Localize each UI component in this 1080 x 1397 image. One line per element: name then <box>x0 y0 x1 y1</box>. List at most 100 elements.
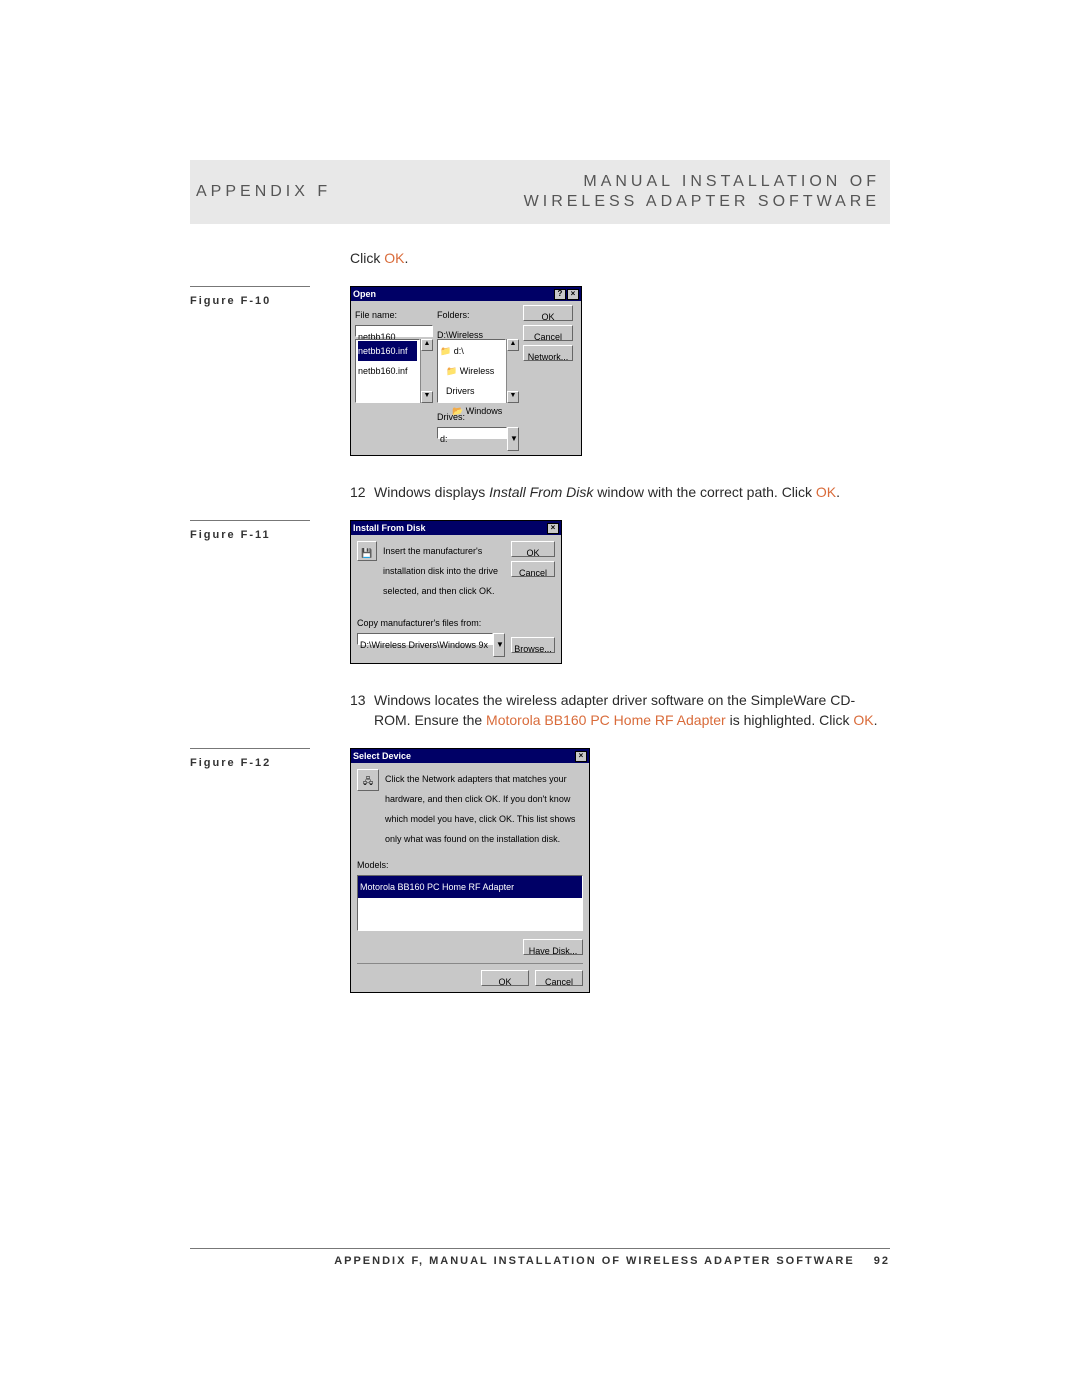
open-label-filename: File name: <box>355 305 433 325</box>
ifd-label-copy: Copy manufacturer's files from: <box>357 613 555 633</box>
open-drive-value: d: <box>437 427 507 439</box>
open-file-scroll[interactable]: ▲ ▼ <box>420 339 433 403</box>
sel-cancel-button[interactable]: Cancel <box>535 970 583 986</box>
step12-text: 12 Windows displays Install From Disk wi… <box>350 482 890 502</box>
open-titlebar-buttons: ? × <box>554 289 579 300</box>
sel-havedisk-button[interactable]: Have Disk... <box>523 939 583 955</box>
sel-ok-button[interactable]: OK <box>481 970 529 986</box>
open-file-listbox[interactable]: netbb160.inf netbb160.inf ▲ ▼ <box>355 339 433 403</box>
s13-t2: is highlighted. Click <box>726 712 854 728</box>
row-f11: Figure F-11 Install From Disk × 💾 Insert… <box>190 520 890 664</box>
step13-body: Windows locates the wireless adapter dri… <box>374 690 890 730</box>
side-f12: Figure F-12 <box>190 748 350 993</box>
intro-row: Click OK. <box>190 248 890 268</box>
open-ok-button[interactable]: OK <box>523 305 573 321</box>
close-icon2[interactable]: × <box>547 523 559 534</box>
sel-label-models: Models: <box>357 855 583 875</box>
sel-titlebar: Select Device × <box>351 749 589 763</box>
side-empty3 <box>190 690 350 730</box>
open-cancel-button[interactable]: Cancel <box>523 325 573 341</box>
footer-page: 92 <box>874 1255 890 1267</box>
close-icon3[interactable]: × <box>575 751 587 762</box>
open-title: Open <box>353 284 376 304</box>
step13-text: 13 Windows locates the wireless adapter … <box>350 690 890 730</box>
open-body: File name: netbb160 netbb160.inf netbb16… <box>351 301 581 455</box>
sel-title: Select Device <box>353 746 411 766</box>
s13-ok: OK <box>853 712 873 728</box>
s12-italic: Install From Disk <box>489 484 593 500</box>
open-filename-input[interactable]: netbb160 <box>355 325 433 337</box>
open-right-col: OK Cancel Network... <box>523 305 573 451</box>
open-folder-listbox[interactable]: 📁 d:\ 📁 Wireless Drivers 📂 Windows 9x ▲ … <box>437 339 519 403</box>
row-step13: 13 Windows locates the wireless adapter … <box>190 690 890 730</box>
step12-line: 12 Windows displays Install From Disk wi… <box>350 482 890 502</box>
sel-body: 🖧 Click the Network adapters that matche… <box>351 763 589 992</box>
s13-hl1: Motorola BB160 PC Home RF Adapter <box>486 712 726 728</box>
fig-label-wrap: Figure F-10 <box>190 286 310 309</box>
main-f10: Open ? × File name: netbb160 netbb160.in… <box>350 286 890 456</box>
open-titlebar: Open ? × <box>351 287 581 301</box>
fig-label-wrap2: Figure F-11 <box>190 520 310 543</box>
ifd-path-value: D:\Wireless Drivers\Windows 9x <box>357 633 493 645</box>
sel-titlebar-buttons: × <box>575 751 587 762</box>
sel-bottom-row: OK Cancel <box>357 963 583 986</box>
s12-t3: . <box>836 484 840 500</box>
step13-num: 13 <box>350 690 374 730</box>
ifd-path-combo[interactable]: D:\Wireless Drivers\Windows 9x ▼ <box>357 633 505 657</box>
network-adapter-icon: 🖧 <box>357 769 379 791</box>
figure-label-f11: Figure F-11 <box>190 529 271 541</box>
figure-label-f10: Figure F-10 <box>190 295 271 307</box>
ifd-cancel-button[interactable]: Cancel <box>511 561 555 577</box>
header-right: MANUAL INSTALLATION OF WIRELESS ADAPTER … <box>524 172 880 212</box>
side-empty <box>190 248 350 268</box>
open-network-button[interactable]: Network... <box>523 345 573 361</box>
s12-t2: window with the correct path. Click <box>593 484 816 500</box>
open-file-item0[interactable]: netbb160.inf <box>358 341 417 361</box>
row-f10: Figure F-10 Open ? × File name: netbb160 <box>190 286 890 456</box>
scroll-up-icon[interactable]: ▲ <box>421 339 433 351</box>
row-f12: Figure F-12 Select Device × 🖧 Click the … <box>190 748 890 993</box>
side-empty2 <box>190 482 350 502</box>
main-f11: Install From Disk × 💾 Insert the manufac… <box>350 520 890 664</box>
s13-t3: . <box>874 712 878 728</box>
fig-label-wrap3: Figure F-12 <box>190 748 310 771</box>
ifd-ok-button[interactable]: OK <box>511 541 555 557</box>
scroll-down-icon[interactable]: ▼ <box>421 391 433 403</box>
ifd-msg: Insert the manufacturer's installation d… <box>383 541 505 601</box>
sel-model0[interactable]: Motorola BB160 PC Home RF Adapter <box>358 876 582 898</box>
open-tree0[interactable]: 📁 d:\ <box>440 341 503 361</box>
open-folder-scroll[interactable]: ▲ ▼ <box>506 339 519 403</box>
sel-msg: Click the Network adapters that matches … <box>385 769 583 849</box>
ifd-top: 💾 Insert the manufacturer's installation… <box>357 541 555 601</box>
scroll-down-icon2[interactable]: ▼ <box>507 391 519 403</box>
sel-models-list[interactable]: Motorola BB160 PC Home RF Adapter <box>357 875 583 931</box>
install-from-disk-dialog: Install From Disk × 💾 Insert the manufac… <box>350 520 562 664</box>
scroll-up-icon2[interactable]: ▲ <box>507 339 519 351</box>
header-right-line2: WIRELESS ADAPTER SOFTWARE <box>524 192 880 212</box>
open-tree1-text: Wireless Drivers <box>446 366 494 396</box>
close-icon[interactable]: × <box>567 289 579 300</box>
sel-have-row: Have Disk... <box>357 939 583 955</box>
figure-label-f12: Figure F-12 <box>190 757 271 769</box>
sel-top: 🖧 Click the Network adapters that matche… <box>357 769 583 849</box>
s12-ok: OK <box>816 484 836 500</box>
intro-prefix: Click <box>350 250 384 266</box>
open-folder-path: D:\Wireless Dr...\Windows 9x <box>437 325 519 337</box>
chevron-down-icon[interactable]: ▼ <box>507 427 519 451</box>
ifd-btns: OK Cancel <box>511 541 555 601</box>
open-tree0-text: d:\ <box>454 346 464 356</box>
open-file-item1[interactable]: netbb160.inf <box>358 361 417 381</box>
open-left-col: File name: netbb160 netbb160.inf netbb16… <box>355 305 433 451</box>
ifd-path-row: D:\Wireless Drivers\Windows 9x ▼ Browse.… <box>357 633 555 657</box>
step12-body: Windows displays Install From Disk windo… <box>374 482 890 502</box>
open-tree1[interactable]: 📁 Wireless Drivers <box>440 361 503 401</box>
help-icon[interactable]: ? <box>554 289 566 300</box>
ifd-body: 💾 Insert the manufacturer's installation… <box>351 535 561 663</box>
header-left: APPENDIX F <box>190 183 331 201</box>
ifd-browse-button[interactable]: Browse... <box>511 637 555 653</box>
open-label-folders: Folders: <box>437 305 519 325</box>
chevron-down-icon2[interactable]: ▼ <box>493 633 505 657</box>
ifd-titlebar: Install From Disk × <box>351 521 561 535</box>
select-device-dialog: Select Device × 🖧 Click the Network adap… <box>350 748 590 993</box>
side-f10: Figure F-10 <box>190 286 350 456</box>
